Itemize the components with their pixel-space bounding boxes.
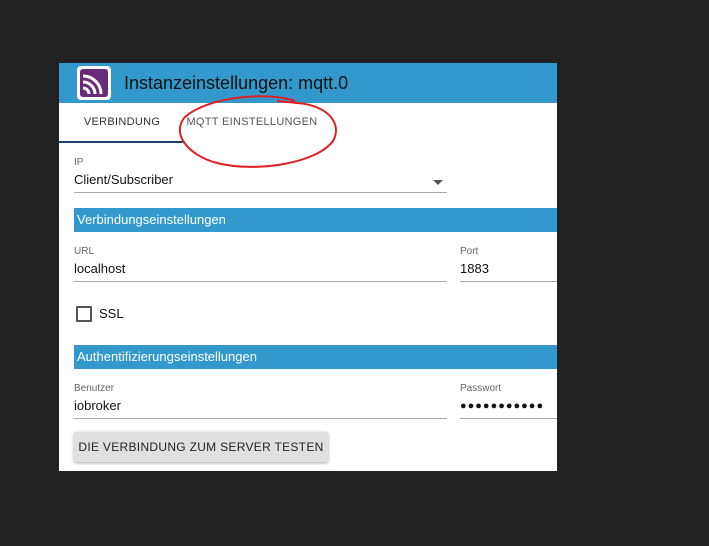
dialog-header: Instanzeinstellungen: mqtt.0 [59,63,557,103]
port-label: Port [460,246,479,257]
tab-bar: VERBINDUNG MQTT EINSTELLUNGEN [59,103,557,143]
section-connection-settings: Verbindungseinstellungen [74,208,557,232]
ip-label: IP [74,157,84,168]
wifi-signal-icon [77,66,111,100]
ip-select[interactable]: Client/Subscriber [74,170,447,193]
user-label: Benutzer [74,383,115,394]
url-label: URL [74,246,95,257]
instance-settings-dialog: Instanzeinstellungen: mqtt.0 VERBINDUNG … [59,63,557,471]
section-auth-settings: Authentifizierungseinstellungen [74,345,557,369]
ssl-checkbox[interactable] [76,306,92,322]
tab-verbindung[interactable]: VERBINDUNG [59,103,185,143]
user-input[interactable]: iobroker [74,396,447,419]
chevron-down-icon[interactable] [433,180,443,185]
test-connection-button[interactable]: DIE VERBINDUNG ZUM SERVER TESTEN [74,432,328,462]
ssl-label: SSL [99,306,124,321]
port-input[interactable]: 1883 [460,259,557,282]
page-title: Instanzeinstellungen: mqtt.0 [124,73,349,93]
url-input[interactable]: localhost [74,259,447,282]
password-input[interactable]: ●●●●●●●●●●● [460,396,557,419]
tab-mqtt-einstellungen[interactable]: MQTT EINSTELLUNGEN [185,103,319,141]
password-label: Passwort [460,383,502,394]
